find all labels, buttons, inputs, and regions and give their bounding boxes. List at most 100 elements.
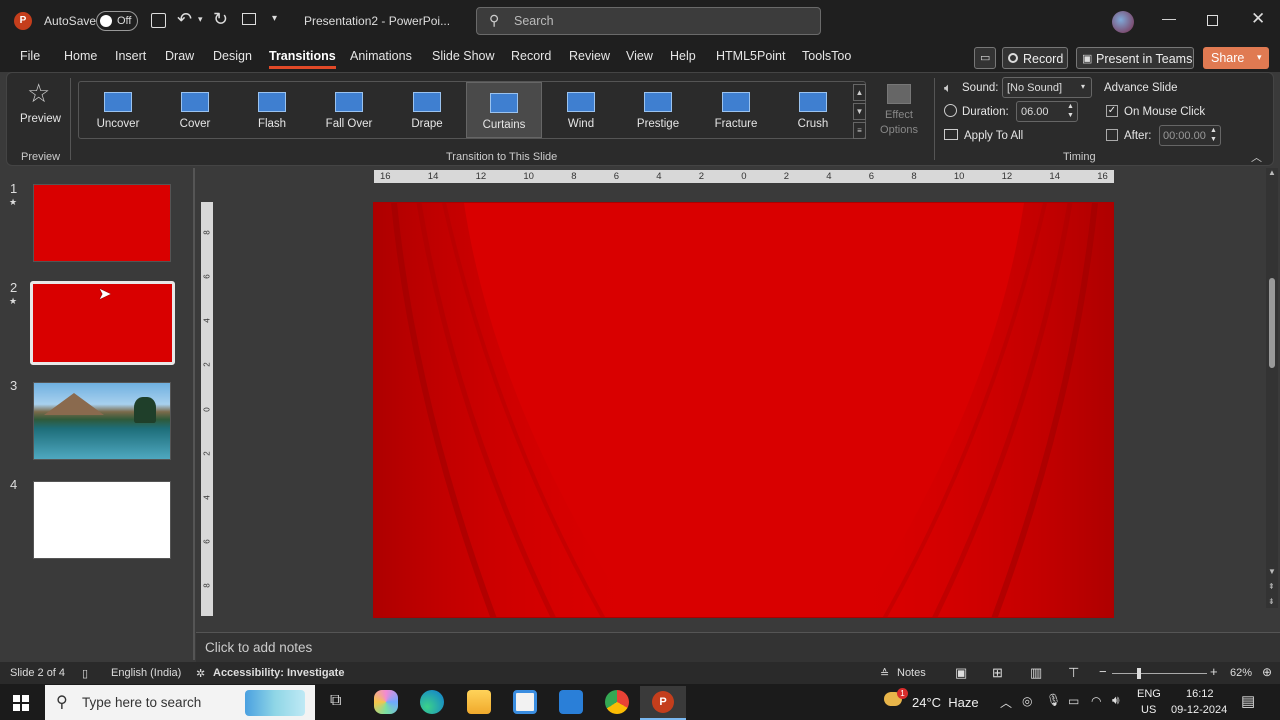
tab-transitions[interactable]: Transitions — [269, 49, 336, 69]
slide-sorter-icon[interactable]: ⊞ — [992, 665, 1003, 681]
slideshow-view-icon[interactable]: ⊤ — [1068, 665, 1079, 681]
save-icon[interactable] — [151, 13, 166, 28]
tab-view[interactable]: View — [626, 49, 653, 63]
transition-cover[interactable]: Cover — [157, 82, 233, 138]
autosave-toggle[interactable]: Off — [96, 11, 138, 31]
tab-review[interactable]: Review — [569, 49, 610, 63]
zoom-slider[interactable] — [1112, 673, 1207, 674]
gallery-scroll-down[interactable]: ▼ — [853, 103, 866, 120]
input-region[interactable]: US — [1141, 704, 1156, 716]
present-from-start-icon[interactable] — [242, 13, 256, 25]
edge-browser-icon[interactable] — [420, 690, 444, 714]
windows-start-icon[interactable] — [13, 695, 29, 711]
language-indicator[interactable]: English (India) — [111, 667, 181, 679]
gallery-scroll-up[interactable]: ▲ — [853, 84, 866, 101]
file-explorer-icon[interactable] — [467, 690, 491, 714]
tab-home[interactable]: Home — [64, 49, 97, 63]
tray-expand-icon[interactable]: ︿ — [1000, 694, 1012, 711]
volume-icon[interactable]: 🔊︎ — [1112, 693, 1120, 708]
transition-fracture[interactable]: Fracture — [698, 82, 774, 138]
spelling-icon[interactable]: ▯ — [82, 667, 88, 680]
slide-thumbnail-1[interactable] — [33, 184, 171, 262]
powerpoint-taskbar-button[interactable]: P — [640, 686, 686, 720]
transition-uncover[interactable]: Uncover — [80, 82, 156, 138]
scroll-up-icon[interactable]: ▲ — [1268, 168, 1276, 177]
zoom-slider-thumb[interactable] — [1137, 668, 1141, 679]
clock-date[interactable]: 09-12-2024 — [1171, 704, 1227, 716]
redo-icon[interactable]: ↻ — [213, 9, 228, 30]
normal-view-icon[interactable]: ▣ — [955, 665, 967, 681]
weather-text[interactable]: 24°C Haze — [912, 695, 979, 710]
accessibility-status[interactable]: Accessibility: Investigate — [213, 667, 344, 679]
scrollbar-thumb[interactable] — [1269, 278, 1275, 368]
chrome-icon[interactable] — [605, 690, 629, 714]
transition-drape[interactable]: Drape — [389, 82, 465, 138]
tab-draw[interactable]: Draw — [165, 49, 194, 63]
pane-splitter[interactable] — [193, 168, 195, 660]
restore-icon[interactable] — [1207, 15, 1218, 26]
tab-slide-show[interactable]: Slide Show — [432, 49, 495, 63]
search-box[interactable]: ⚲ Search — [476, 7, 821, 35]
undo-dropdown-icon[interactable]: ▾ — [198, 14, 203, 25]
gallery-more[interactable]: ≡ — [853, 122, 866, 139]
zoom-out-icon[interactable]: − — [1099, 664, 1107, 679]
input-language[interactable]: ENG — [1137, 688, 1161, 700]
tab-html5point[interactable]: HTML5Point — [716, 49, 785, 63]
next-slide-icon[interactable]: ⇟ — [1268, 597, 1275, 606]
microphone-icon[interactable]: 🎙︎ — [1046, 693, 1061, 707]
user-avatar[interactable] — [1112, 11, 1134, 33]
task-view-icon[interactable]: ⧉ — [330, 692, 341, 710]
on-mouse-click-checkbox[interactable]: ✓ — [1106, 105, 1118, 117]
clock-time[interactable]: 16:12 — [1186, 688, 1214, 700]
collapse-ribbon-icon[interactable]: ︿ — [1251, 149, 1262, 165]
after-checkbox[interactable] — [1106, 129, 1118, 141]
taskbar-search-box[interactable]: ⚲ Type here to search — [45, 685, 315, 720]
slide-thumbnail-4[interactable] — [33, 481, 171, 559]
slide-thumbnail-3[interactable] — [33, 382, 171, 460]
duration-stepper[interactable]: 06.00 ▲ ▼ — [1016, 101, 1078, 122]
after-stepper[interactable]: 00:00.00 ▲ ▼ — [1159, 125, 1221, 146]
customize-qat-icon[interactable]: ▾ — [272, 13, 277, 24]
notes-toggle-button[interactable]: Notes — [897, 667, 926, 679]
transition-fall-over[interactable]: Fall Over — [311, 82, 387, 138]
comments-button[interactable]: ▭ — [974, 47, 996, 69]
minimize-icon[interactable]: — — [1162, 10, 1176, 26]
tab-animations[interactable]: Animations — [350, 49, 412, 63]
transition-crush[interactable]: Crush — [775, 82, 851, 138]
prev-slide-icon[interactable]: ⇞ — [1268, 582, 1275, 591]
mail-icon[interactable] — [559, 690, 583, 714]
transition-flash[interactable]: Flash — [234, 82, 310, 138]
tab-record[interactable]: Record — [511, 49, 551, 63]
tab-file[interactable]: File — [20, 49, 40, 63]
zoom-level[interactable]: 62% — [1230, 667, 1252, 679]
apply-to-all-button[interactable]: Apply To All — [964, 130, 1023, 142]
close-icon[interactable]: ✕ — [1251, 9, 1265, 29]
copilot-icon[interactable] — [374, 690, 398, 714]
undo-icon[interactable]: ↶ — [177, 9, 192, 30]
current-slide[interactable] — [373, 202, 1114, 618]
notification-icon[interactable]: ▤ — [1241, 692, 1255, 710]
tab-help[interactable]: Help — [670, 49, 696, 63]
transition-curtains[interactable]: Curtains — [466, 82, 542, 138]
share-button[interactable]: Share ▾ — [1203, 47, 1269, 69]
vertical-scrollbar[interactable] — [1266, 168, 1278, 608]
reading-view-icon[interactable]: ▥ — [1030, 665, 1042, 681]
transition-wind[interactable]: Wind — [543, 82, 619, 138]
tab-design[interactable]: Design — [213, 49, 252, 63]
preview-button[interactable]: ☆ Preview — [14, 78, 66, 130]
tab-insert[interactable]: Insert — [115, 49, 146, 63]
record-button[interactable]: Record — [1002, 47, 1068, 69]
notes-pane[interactable]: Click to add notes — [196, 632, 1280, 662]
sound-select[interactable]: [No Sound] ▾ — [1002, 77, 1092, 98]
battery-icon[interactable]: ▭ — [1068, 694, 1079, 708]
microsoft-store-icon[interactable] — [513, 690, 537, 714]
slide-counter[interactable]: Slide 2 of 4 — [10, 667, 65, 679]
scroll-down-icon[interactable]: ▼ — [1268, 567, 1276, 576]
tab-toolstoo[interactable]: ToolsToo — [802, 49, 851, 63]
present-in-teams-button[interactable]: ▣ Present in Teams — [1076, 47, 1194, 69]
transition-prestige[interactable]: Prestige — [620, 82, 696, 138]
meet-now-icon[interactable]: ◎ — [1022, 694, 1032, 708]
effect-options-button[interactable]: Effect Options — [872, 82, 926, 142]
wifi-icon[interactable]: ◠ — [1091, 694, 1101, 708]
zoom-in-icon[interactable]: + — [1210, 664, 1218, 679]
